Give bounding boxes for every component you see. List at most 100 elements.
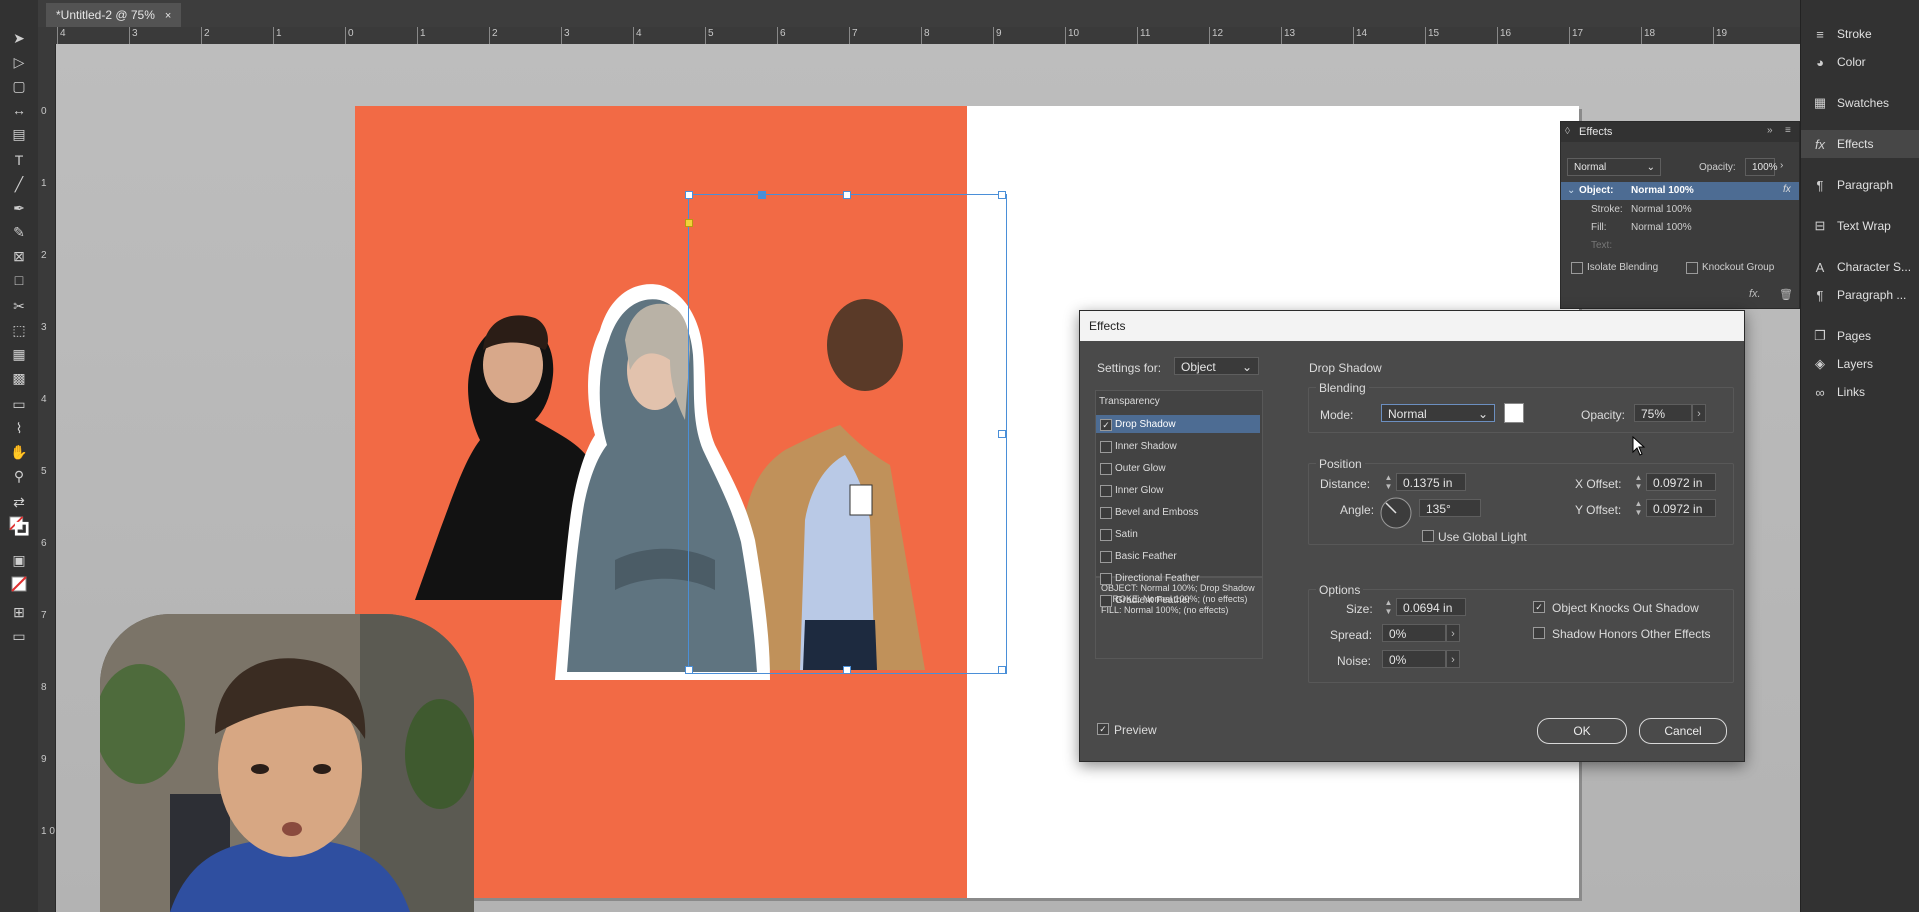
y-offset-input[interactable]: 0.0972 in: [1646, 499, 1716, 517]
swap-fill-stroke-icon[interactable]: ⇄: [9, 492, 29, 512]
size-stepper-icon[interactable]: ▲ ▼: [1382, 598, 1395, 616]
effect-checkbox[interactable]: [1100, 485, 1112, 497]
rectangle-frame-tool-icon[interactable]: ⊠: [9, 246, 29, 266]
transparency-heading[interactable]: Transparency: [1099, 396, 1160, 407]
noise-slider-arrow-icon[interactable]: ›: [1446, 650, 1460, 668]
content-collector-icon[interactable]: ▤: [9, 124, 29, 144]
selection-frame[interactable]: [685, 191, 1007, 674]
selection-handle[interactable]: [843, 191, 851, 199]
panel-item-character-s[interactable]: A Character S...: [1801, 253, 1919, 281]
panel-item-text-wrap[interactable]: ⊟ Text Wrap: [1801, 212, 1919, 240]
distance-stepper-icon[interactable]: ▲ ▼: [1382, 473, 1395, 491]
shadow-color-swatch[interactable]: [1504, 403, 1524, 423]
selection-handle[interactable]: [685, 191, 693, 199]
effect-list-item[interactable]: Inner Glow: [1115, 485, 1163, 496]
effect-list-item[interactable]: Basic Feather: [1115, 551, 1177, 562]
panel-item-pages[interactable]: ❐ Pages: [1801, 322, 1919, 350]
effect-checkbox[interactable]: ✓: [1100, 419, 1112, 431]
document-tab[interactable]: *Untitled-2 @ 75% ×: [46, 3, 182, 27]
panel-item-color[interactable]: ◕ Color: [1801, 48, 1919, 76]
effect-checkbox[interactable]: [1100, 507, 1112, 519]
type-tool-icon[interactable]: T: [9, 150, 29, 170]
gap-tool-icon[interactable]: ↔: [9, 100, 29, 120]
angle-input[interactable]: 135°: [1419, 499, 1481, 517]
gradient-feather-tool-icon[interactable]: ▩: [9, 368, 29, 388]
selection-tool-icon[interactable]: ➤: [9, 28, 29, 48]
use-global-light-checkbox[interactable]: [1422, 530, 1434, 542]
effect-checkbox[interactable]: [1100, 595, 1112, 607]
stroke-row-label[interactable]: Stroke:: [1591, 204, 1623, 215]
zoom-tool-icon[interactable]: ⚲: [9, 466, 29, 486]
opacity-input[interactable]: 75%: [1634, 404, 1692, 422]
effects-blend-mode-select[interactable]: Normal ⌄: [1567, 158, 1661, 176]
knockout-group-checkbox[interactable]: [1686, 262, 1698, 274]
effect-list-item[interactable]: Bevel and Emboss: [1115, 507, 1198, 518]
fx-icon[interactable]: fx: [1783, 184, 1791, 195]
cancel-button[interactable]: Cancel: [1639, 718, 1727, 744]
panel-menu-icon[interactable]: ≡: [1785, 125, 1791, 136]
opacity-slider-arrow-icon[interactable]: ›: [1780, 160, 1783, 171]
panel-item-effects[interactable]: fx Effects: [1801, 130, 1919, 158]
panel-item-stroke[interactable]: ≡ Stroke: [1801, 20, 1919, 48]
selection-handle[interactable]: [843, 666, 851, 674]
effect-checkbox[interactable]: [1100, 529, 1112, 541]
effect-list-item[interactable]: Satin: [1115, 529, 1138, 540]
blend-mode-select[interactable]: Normal ⌄: [1381, 404, 1495, 422]
line-tool-icon[interactable]: ╱: [9, 174, 29, 194]
effects-opacity-input[interactable]: 100%: [1745, 158, 1778, 176]
settings-for-select[interactable]: Object ⌄: [1174, 357, 1259, 375]
preview-checkbox[interactable]: ✓: [1097, 723, 1109, 735]
disclosure-icon[interactable]: ⌄: [1567, 185, 1575, 196]
ok-button[interactable]: OK: [1537, 718, 1627, 744]
isolate-blending-checkbox[interactable]: [1571, 262, 1583, 274]
effect-checkbox[interactable]: [1100, 551, 1112, 563]
x-offset-input[interactable]: 0.0972 in: [1646, 473, 1716, 491]
x-offset-stepper-icon[interactable]: ▲ ▼: [1632, 473, 1645, 491]
eyedropper-tool-icon[interactable]: ⌇: [9, 418, 29, 438]
free-transform-tool-icon[interactable]: ⬚: [9, 320, 29, 340]
panel-item-paragraph[interactable]: ¶ Paragraph ...: [1801, 281, 1919, 309]
scissors-tool-icon[interactable]: ✂: [9, 296, 29, 316]
effect-checkbox[interactable]: [1100, 463, 1112, 475]
formatting-affects-container-icon[interactable]: ▣: [9, 550, 29, 570]
apply-none-icon[interactable]: [9, 574, 29, 594]
effect-checkbox[interactable]: [1100, 573, 1112, 585]
hand-tool-icon[interactable]: ✋: [9, 442, 29, 462]
size-input[interactable]: 0.0694 in: [1396, 598, 1466, 616]
panel-item-swatches[interactable]: ▦ Swatches: [1801, 89, 1919, 117]
opacity-slider-arrow-icon[interactable]: ›: [1692, 404, 1706, 422]
panel-grip-icon[interactable]: ◊: [1565, 126, 1570, 137]
panel-item-layers[interactable]: ◈ Layers: [1801, 350, 1919, 378]
fill-row-label[interactable]: Fill:: [1591, 222, 1607, 233]
y-offset-stepper-icon[interactable]: ▲ ▼: [1632, 499, 1645, 517]
effect-list-item[interactable]: Outer Glow: [1115, 463, 1166, 474]
panel-item-paragraph[interactable]: ¶ Paragraph: [1801, 171, 1919, 199]
noise-input[interactable]: 0%: [1382, 650, 1446, 668]
pen-tool-icon[interactable]: ✒: [9, 198, 29, 218]
angle-dial-icon[interactable]: [1380, 497, 1412, 529]
effect-list-item[interactable]: Gradient Feather: [1115, 595, 1191, 606]
selection-handle[interactable]: [998, 191, 1006, 199]
panel-item-links[interactable]: ∞ Links: [1801, 378, 1919, 406]
screen-mode-icon[interactable]: ▭: [9, 626, 29, 646]
object-knocks-out-shadow-checkbox[interactable]: ✓: [1533, 601, 1545, 613]
effect-list-item[interactable]: Drop Shadow: [1115, 419, 1176, 430]
effect-list-item[interactable]: Directional Feather: [1115, 573, 1199, 584]
spread-input[interactable]: 0%: [1382, 624, 1446, 642]
page-tool-icon[interactable]: ▢: [9, 76, 29, 96]
gradient-swatch-tool-icon[interactable]: ▦: [9, 344, 29, 364]
selection-handle[interactable]: [998, 666, 1006, 674]
direct-selection-tool-icon[interactable]: ▷: [9, 52, 29, 72]
dialog-title[interactable]: Effects: [1080, 311, 1744, 341]
collapse-icon[interactable]: »: [1767, 125, 1773, 136]
selection-handle[interactable]: [998, 430, 1006, 438]
effect-list-item[interactable]: Inner Shadow: [1115, 441, 1177, 452]
content-grabber-handle[interactable]: [685, 219, 693, 227]
selection-handle[interactable]: [758, 191, 766, 199]
shadow-honors-other-effects-checkbox[interactable]: [1533, 627, 1545, 639]
close-icon[interactable]: ×: [165, 10, 171, 22]
view-mode-icon[interactable]: ⊞: [9, 602, 29, 622]
distance-input[interactable]: 0.1375 in: [1396, 473, 1466, 491]
trash-icon[interactable]: 🗑: [1779, 288, 1793, 301]
spread-slider-arrow-icon[interactable]: ›: [1446, 624, 1460, 642]
